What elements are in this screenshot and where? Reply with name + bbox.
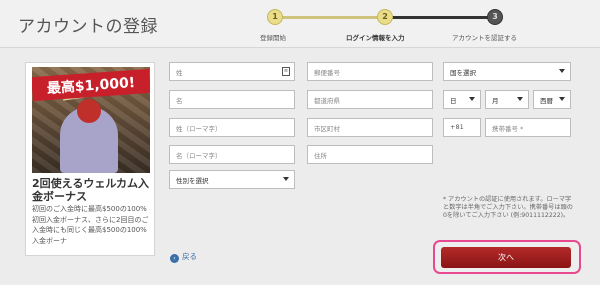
country-select[interactable]: 国を選択 (443, 62, 571, 81)
mask-graphic (77, 99, 101, 123)
promo-image: 最高$1,000! (32, 67, 150, 173)
city-field[interactable]: 市区町村 (307, 118, 433, 137)
page-title: アカウントの登録 (18, 17, 158, 37)
step-3-label: アカウントを認証する (452, 34, 517, 42)
last-name-field[interactable]: 姓 ≡ (169, 62, 295, 81)
prefecture-field[interactable]: 都道府県 (307, 90, 433, 109)
header: アカウントの登録 1 2 3 登録開始 ログイン情報を入力 アカウントを認証する (0, 0, 600, 48)
birth-year-select[interactable]: 西暦 (533, 90, 571, 109)
back-arrow-icon: ‹ (170, 254, 179, 263)
promo-body: 初回のご入金時に最高$500の100%初回入金ボーナス、さらに2回目のご入金時に… (32, 205, 149, 245)
registration-page: アカウントの登録 1 2 3 登録開始 ログイン情報を入力 アカウントを認証する… (0, 0, 600, 285)
chevron-down-icon (283, 177, 289, 181)
step-3-circle: 3 (487, 9, 503, 25)
chevron-down-icon (469, 97, 475, 101)
phone-note: * アカウントの認証に使用されます。ローマ字と数字は半角でご入力下さい。携帯番号… (443, 196, 573, 219)
back-link[interactable]: ‹ 戻る (170, 251, 197, 263)
chevron-down-icon (559, 97, 565, 101)
birth-day-select[interactable]: 日 (443, 90, 481, 109)
last-name-roman-field[interactable]: 姓（ローマ字） (169, 118, 295, 137)
mobile-number-field[interactable]: 携帯番号 * (485, 118, 571, 137)
welcome-bonus-promo: 最高$1,000! 2回使えるウェルカム入金ボーナス 初回のご入金時に最高$50… (25, 62, 155, 256)
chevron-down-icon (517, 97, 523, 101)
address-field[interactable]: 住所 (307, 145, 433, 164)
promo-heading: 2回使えるウェルカム入金ボーナス (32, 177, 149, 203)
step-line-completed (275, 16, 385, 19)
step-line-pending (385, 16, 495, 19)
first-name-field[interactable]: 名 (169, 90, 295, 109)
next-button[interactable]: 次へ (441, 247, 571, 268)
gender-select[interactable]: 性別を選択 (169, 170, 295, 189)
postal-code-field[interactable]: 郵便番号 (307, 62, 433, 81)
step-1-label: 登録開始 (260, 34, 286, 42)
progress-stepper: 1 2 3 登録開始 ログイン情報を入力 アカウントを認証する (240, 8, 520, 44)
phone-country-code[interactable]: +81 (443, 118, 481, 137)
birth-month-select[interactable]: 月 (485, 90, 529, 109)
chevron-down-icon (559, 69, 565, 73)
step-2-label: ログイン情報を入力 (346, 34, 405, 42)
step-1-circle: 1 (267, 9, 283, 25)
first-name-roman-field[interactable]: 名（ローマ字） (169, 145, 295, 164)
id-card-icon: ≡ (282, 67, 290, 76)
step-2-circle: 2 (377, 9, 393, 25)
